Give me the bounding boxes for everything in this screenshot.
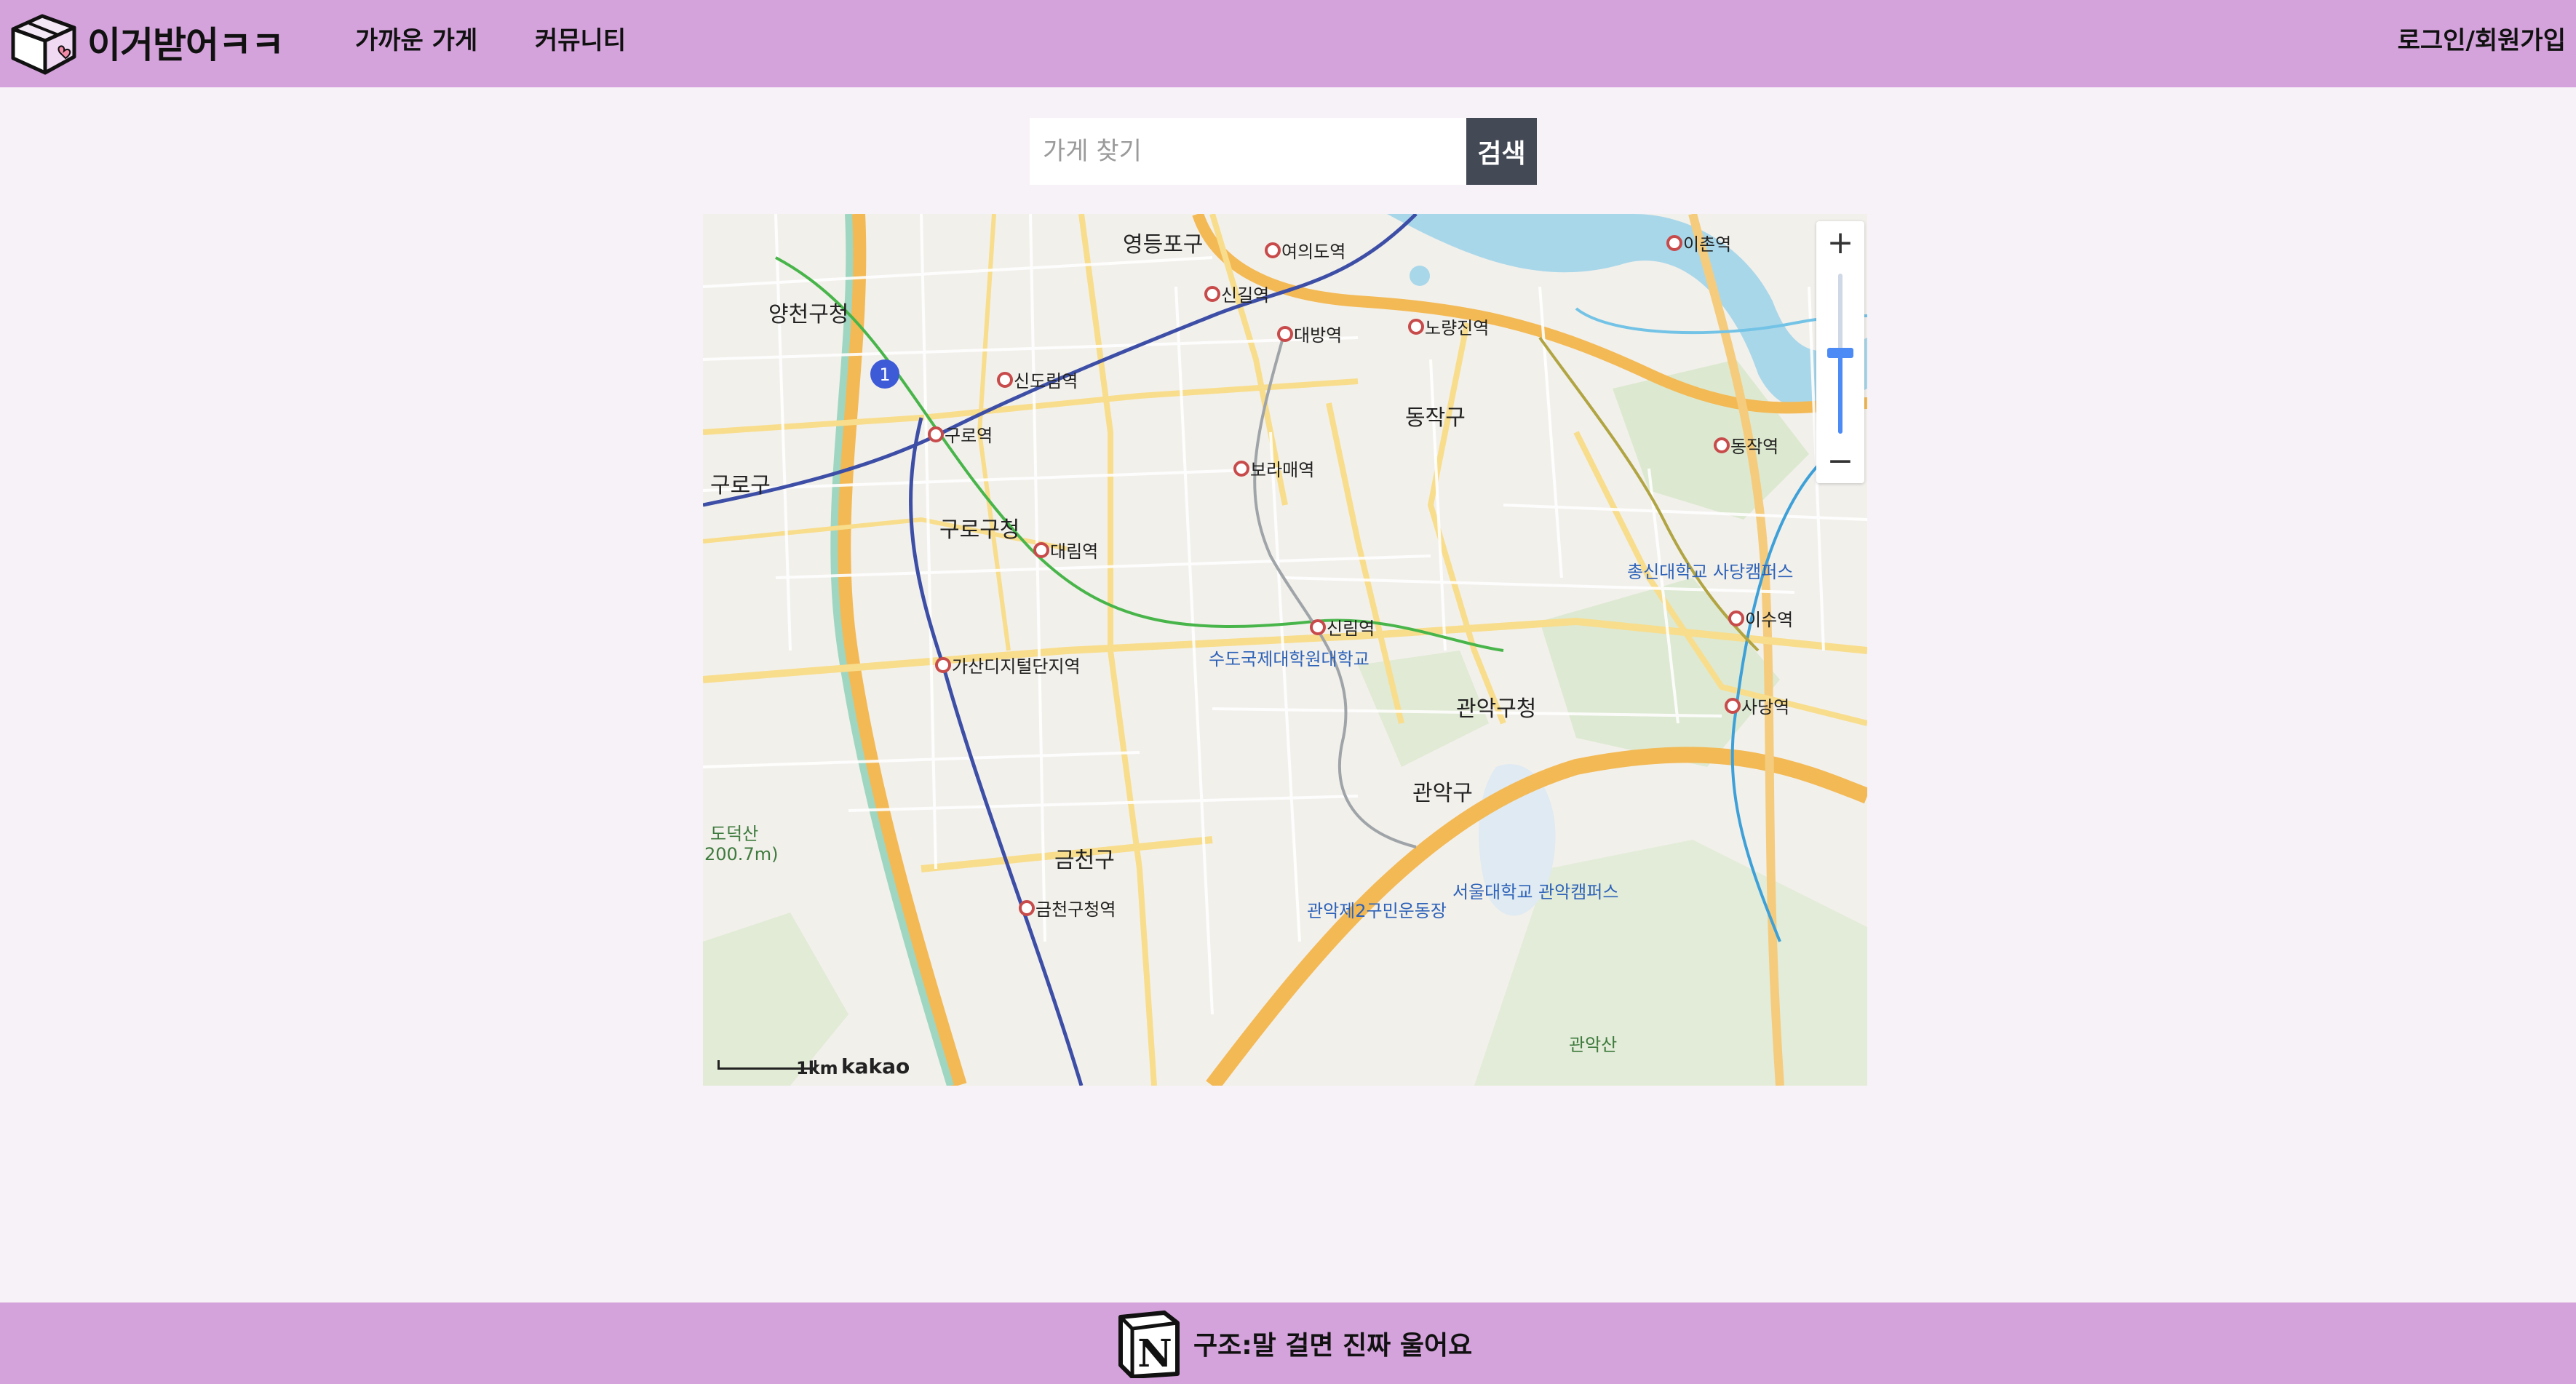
map-label-station: 이수역	[1745, 610, 1793, 630]
map-label-station: 구로역	[945, 426, 993, 446]
zoom-slider-handle[interactable]	[1827, 348, 1853, 358]
zoom-in-button[interactable]: +	[1816, 221, 1864, 265]
map-label-station: 보라매역	[1250, 460, 1314, 480]
logo-text: 이거받어ㅋㅋ	[87, 24, 285, 66]
map-label-district: 구로구청	[939, 517, 1019, 543]
notion-link[interactable]: N 구조:말 걸면 진짜 울어요	[1113, 1308, 1472, 1378]
map-label-place: 관악산	[1569, 1035, 1617, 1055]
map-label-district: 양천구청	[768, 302, 848, 327]
svg-text:N: N	[1137, 1332, 1172, 1376]
footer-text: 구조:말 걸면 진짜 울어요	[1193, 1331, 1473, 1361]
zoom-slider-fill	[1838, 352, 1842, 434]
map-label-station: 이촌역	[1683, 234, 1731, 255]
map-label-station: 대방역	[1294, 325, 1342, 346]
map-label-district: 금천구	[1054, 848, 1115, 873]
box-gift-icon	[11, 14, 76, 75]
map-label-district: 관악구청	[1456, 696, 1536, 722]
map-attribution[interactable]: kakao	[841, 1054, 910, 1078]
login-signup-link[interactable]: 로그인/회원가입	[2398, 20, 2566, 56]
nav-nearby-stores[interactable]: 가까운 가게	[355, 20, 477, 56]
map-label-place: 총신대학교 사당캠퍼스	[1627, 562, 1793, 582]
map-label-place: 200.7m)	[704, 844, 778, 864]
map-label-station: 노량진역	[1425, 318, 1489, 338]
map-tiles: 1 양천구청 구로구 구로구청 영등포구 동작구 관악구청 관악구 금천구 신길…	[703, 214, 1867, 1086]
map-label-place: 수도국제대학원대학교	[1209, 649, 1370, 669]
home-logo-link[interactable]: 이거받어ㅋㅋ	[7, 9, 285, 76]
store-search-input[interactable]	[1030, 118, 1466, 185]
map-label-station: 동작역	[1730, 437, 1778, 457]
zoom-out-button[interactable]: −	[1816, 440, 1864, 483]
map-label-station: 신림역	[1327, 619, 1375, 639]
map-label-station: 신길역	[1221, 285, 1269, 306]
notion-logo-icon: N	[1118, 1311, 1180, 1378]
nav-community[interactable]: 커뮤니티	[535, 20, 626, 56]
map-label-place: 서울대학교 관악캠퍼스	[1452, 882, 1618, 902]
svg-text:1: 1	[879, 365, 890, 385]
map-label-station: 금천구청역	[1035, 899, 1116, 920]
map-label-station: 신도림역	[1014, 371, 1078, 391]
page-footer: N 구조:말 걸면 진짜 울어요	[0, 1303, 2576, 1384]
map-label-place: 도덕산	[710, 824, 758, 844]
map-label-place: 관악제2구민운동장	[1307, 901, 1447, 921]
map-scale-label: 1km	[796, 1058, 838, 1078]
map-label-district: 동작구	[1405, 405, 1466, 431]
map-label-station: 가산디지털단지역	[952, 656, 1081, 677]
map-label-station: 대림역	[1050, 541, 1098, 562]
zoom-control: + −	[1816, 221, 1864, 483]
map-label-station: 여의도역	[1281, 242, 1345, 262]
map-label-district: 관악구	[1412, 781, 1473, 806]
search-button[interactable]: 검색	[1466, 118, 1537, 185]
map-label-station: 사당역	[1741, 697, 1789, 717]
map-label-district: 영등포구	[1123, 232, 1203, 258]
kakao-map[interactable]: 1 양천구청 구로구 구로구청 영등포구 동작구 관악구청 관악구 금천구 신길…	[703, 214, 1867, 1086]
map-label-district: 구로구	[710, 473, 771, 498]
top-header: 이거받어ㅋㅋ 가까운 가게 커뮤니티 로그인/회원가입	[0, 0, 2576, 87]
